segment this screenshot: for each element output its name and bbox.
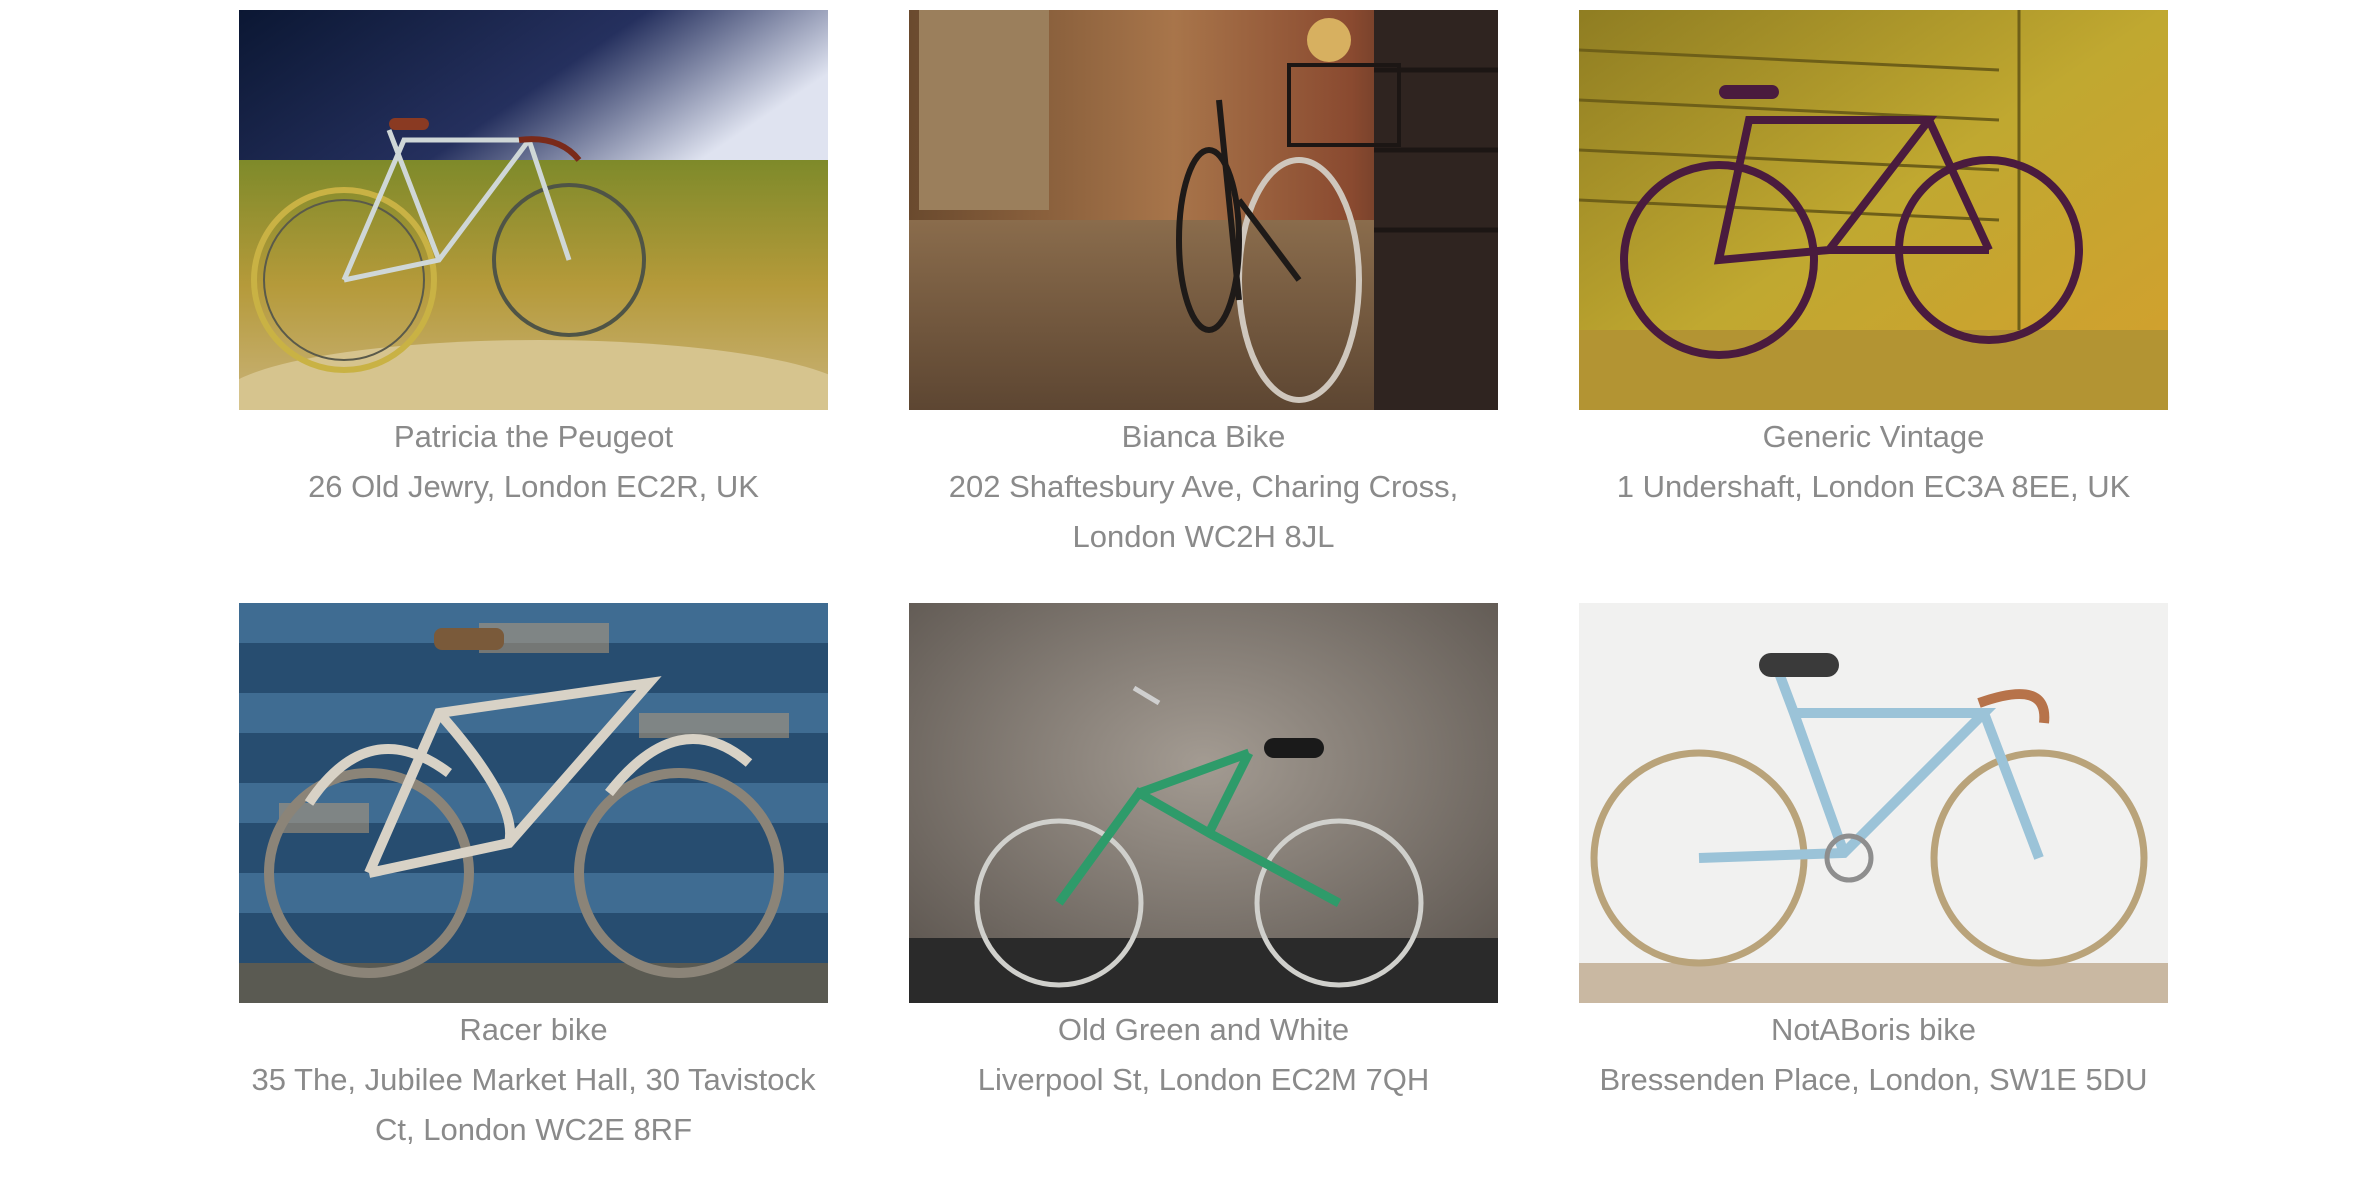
bike-card[interactable]: Patricia the Peugeot 26 Old Jewry, Londo… xyxy=(239,10,828,603)
bike-card[interactable]: Old Green and White Liverpool St, London… xyxy=(909,603,1498,1196)
bike-name[interactable]: Old Green and White xyxy=(909,1005,1498,1055)
bike-address: 35 The, Jubilee Market Hall, 30 Tavistoc… xyxy=(251,1062,816,1147)
bike-address: Liverpool St, London EC2M 7QH xyxy=(977,1062,1430,1097)
bike-photo[interactable] xyxy=(1579,10,2168,410)
bike-image-blue-wood xyxy=(239,603,828,1003)
bike-image-concrete-wall xyxy=(909,603,1498,1003)
bike-photo[interactable] xyxy=(239,10,828,410)
bike-image-yellow-wall xyxy=(1579,10,2168,410)
bike-address: 1 Undershaft, London EC3A 8EE, UK xyxy=(1616,469,2131,504)
bike-photo[interactable] xyxy=(1579,603,2168,1003)
bike-gallery: Patricia the Peugeot 26 Old Jewry, Londo… xyxy=(239,10,2169,1196)
bike-card[interactable]: Generic Vintage 1 Undershaft, London EC3… xyxy=(1579,10,2168,603)
bike-address: 202 Shaftesbury Ave, Charing Cross, Lond… xyxy=(948,469,1459,554)
bike-address: Bressenden Place, London, SW1E 5DU xyxy=(1599,1062,2148,1097)
bike-card[interactable]: NotABoris bike Bressenden Place, London,… xyxy=(1579,603,2168,1196)
bike-photo[interactable] xyxy=(909,10,1498,410)
bike-name[interactable]: NotABoris bike xyxy=(1579,1005,2168,1055)
bike-card[interactable]: Bianca Bike 202 Shaftesbury Ave, Charing… xyxy=(909,10,1498,603)
bike-image-cobblestone xyxy=(909,10,1498,410)
bike-name[interactable]: Patricia the Peugeot xyxy=(239,412,828,462)
bike-image-white-studio xyxy=(1579,603,2168,1003)
bike-image-field xyxy=(239,10,828,410)
bike-card[interactable]: Racer bike 35 The, Jubilee Market Hall, … xyxy=(239,603,828,1196)
bike-name[interactable]: Generic Vintage xyxy=(1579,412,2168,462)
bike-photo[interactable] xyxy=(239,603,828,1003)
bike-name[interactable]: Racer bike xyxy=(239,1005,828,1055)
bike-photo[interactable] xyxy=(909,603,1498,1003)
bike-name[interactable]: Bianca Bike xyxy=(909,412,1498,462)
bike-address: 26 Old Jewry, London EC2R, UK xyxy=(308,469,759,504)
